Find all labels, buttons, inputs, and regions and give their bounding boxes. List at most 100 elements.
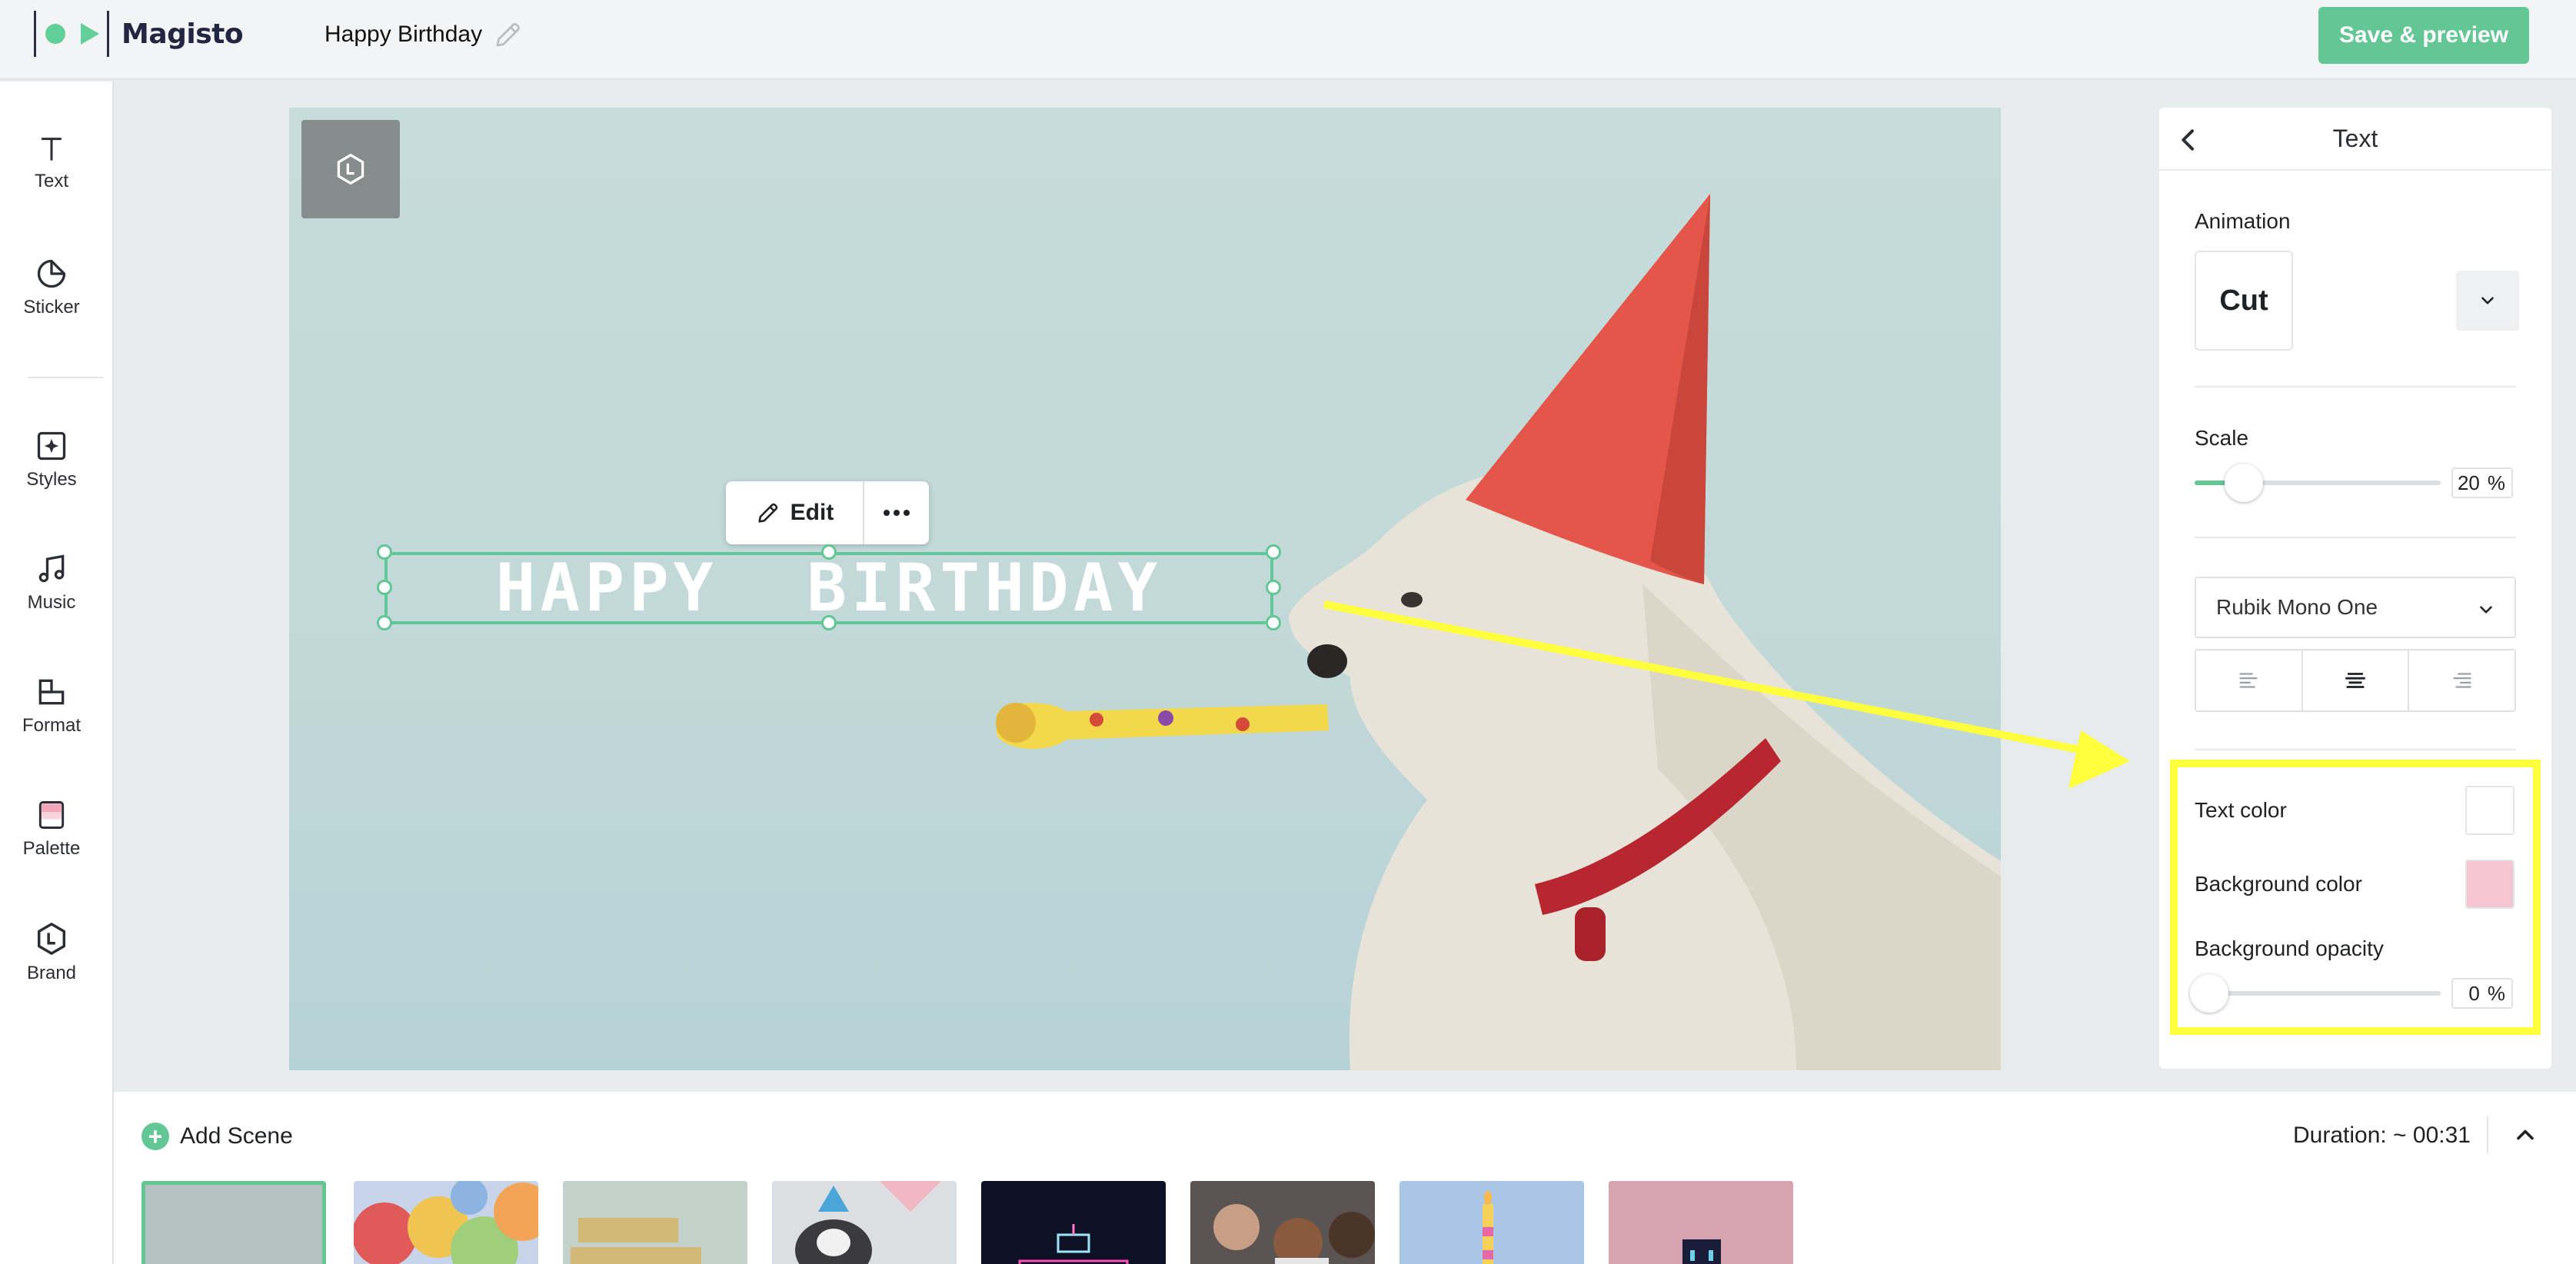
scale-value: 20: [2457, 471, 2480, 494]
top-bar: Magisto Happy Birthday Save & preview: [0, 0, 2576, 80]
brand-logo-icon: [337, 154, 364, 185]
align-right-button[interactable]: [2409, 650, 2514, 710]
brand-icon: [37, 923, 66, 955]
text-icon: [41, 138, 62, 161]
align-left-button[interactable]: [2196, 650, 2303, 710]
sidebar-item-label: Palette: [22, 838, 81, 859]
sidebar-item-music[interactable]: Music: [0, 552, 103, 614]
align-left-icon: [2239, 673, 2258, 688]
divider: [2195, 537, 2516, 538]
sidebar-item-label: Text: [34, 171, 68, 191]
annotation-highlight-box: [2170, 760, 2541, 1035]
sidebar-item-label: Music: [27, 592, 76, 613]
pencil-icon: [758, 503, 777, 523]
more-options-button[interactable]: [864, 481, 929, 544]
neon-cake-thumbnail-image: [981, 1181, 1166, 1264]
chevron-up-icon[interactable]: [2511, 1121, 2539, 1149]
panel-title: Text: [2332, 125, 2378, 152]
project-title[interactable]: Happy Birthday: [324, 22, 482, 48]
scene-thumbnail-image: [145, 1185, 322, 1264]
pencil-icon[interactable]: [492, 18, 524, 51]
tool-sidebar: Text Sticker Styles Music Format Palette…: [0, 81, 114, 1264]
align-center-button[interactable]: [2303, 650, 2410, 710]
font-family-select[interactable]: Rubik Mono One: [2195, 577, 2516, 638]
balloons-thumbnail-image: [354, 1181, 538, 1264]
scene-thumbnail[interactable]: [1609, 1181, 1793, 1264]
scale-slider-handle[interactable]: [2225, 464, 2263, 502]
sidebar-item-palette[interactable]: Palette: [0, 798, 103, 860]
add-scene-button[interactable]: + Add Scene: [141, 1123, 293, 1150]
logo-bar-icon: [34, 11, 36, 57]
align-right-icon: [2453, 673, 2471, 688]
resize-handle-bottom[interactable]: [821, 615, 837, 630]
scale-slider[interactable]: [2195, 464, 2441, 502]
logo-play-icon: [81, 23, 99, 45]
resize-handle-top-right[interactable]: [1266, 544, 1281, 560]
sidebar-item-format[interactable]: Format: [0, 675, 103, 737]
sidebar-item-brand[interactable]: Brand: [0, 921, 103, 984]
text-overlay-box[interactable]: HAPPY BIRTHDAY: [384, 550, 1273, 627]
edit-label: Edit: [790, 500, 834, 525]
divider: [2195, 749, 2516, 750]
divider: [2487, 1116, 2488, 1153]
scene-timeline: + Add Scene Duration: ~ 00:31: [114, 1092, 2576, 1264]
sidebar-item-text[interactable]: Text: [0, 134, 103, 192]
logo-dot-icon: [45, 24, 65, 44]
palette-icon: [38, 801, 65, 829]
video-canvas[interactable]: Edit HAPPY BIRTHDAY: [289, 108, 2001, 1070]
text-edit-toolbar: Edit: [726, 481, 929, 544]
edit-text-button[interactable]: Edit: [726, 481, 864, 544]
animation-preview[interactable]: Cut: [2195, 251, 2293, 351]
plus-icon: +: [141, 1123, 169, 1150]
resize-handle-bottom-left[interactable]: [377, 615, 392, 630]
sidebar-item-label: Format: [22, 715, 81, 736]
resize-handle-left[interactable]: [377, 580, 392, 595]
magisto-logo: Magisto: [34, 11, 244, 57]
divider: [2195, 386, 2516, 388]
more-dots-icon: [884, 510, 910, 516]
scene-thumbnail[interactable]: [772, 1181, 957, 1264]
candle-thumbnail-image: [1399, 1181, 1584, 1264]
sidebar-item-label: Styles: [26, 469, 77, 490]
resize-handle-right[interactable]: [1266, 580, 1281, 595]
duration-readout: Duration: ~ 00:31: [2293, 1123, 2471, 1148]
font-select-value: Rubik Mono One: [2216, 595, 2378, 619]
sidebar-item-styles[interactable]: Styles: [0, 429, 103, 491]
add-scene-label: Add Scene: [180, 1123, 293, 1149]
align-center-icon: [2345, 673, 2365, 688]
people-thumbnail-image: [1190, 1181, 1375, 1264]
sidebar-item-label: Sticker: [23, 297, 80, 318]
panel-header: Text: [2159, 108, 2551, 171]
sidebar-divider: [28, 377, 103, 378]
brand-name: Magisto: [121, 18, 244, 50]
scale-value-field[interactable]: 20 %: [2451, 467, 2513, 498]
scene-thumbnail[interactable]: [1190, 1181, 1375, 1264]
chevron-down-icon: [2481, 297, 2494, 304]
resize-handle-bottom-right[interactable]: [1266, 615, 1281, 630]
chevron-down-icon: [2480, 606, 2492, 614]
pink-logo-thumbnail-image: [1609, 1181, 1793, 1264]
scene-thumbnail[interactable]: [141, 1181, 326, 1264]
save-preview-button[interactable]: Save & preview: [2318, 7, 2529, 64]
resize-handle-top-left[interactable]: [377, 544, 392, 560]
party-dog-thumbnail-image: [772, 1181, 957, 1264]
sticker-icon: [37, 259, 66, 288]
logo-bar-icon: [107, 11, 109, 57]
watermark-logo[interactable]: [301, 120, 400, 218]
sidebar-item-sticker[interactable]: Sticker: [0, 257, 103, 318]
animation-label: Animation: [2195, 209, 2291, 233]
format-icon: [38, 679, 65, 705]
music-note-icon: [38, 554, 65, 583]
gold-letters-thumbnail-image: [563, 1181, 747, 1264]
scene-thumbnail[interactable]: [563, 1181, 747, 1264]
styles-icon: [37, 431, 66, 461]
scale-unit: %: [2487, 471, 2505, 494]
scene-thumbnail[interactable]: [1399, 1181, 1584, 1264]
text-alignment-group: [2195, 649, 2516, 712]
animation-dropdown-button[interactable]: [2456, 271, 2519, 331]
sidebar-item-label: Brand: [26, 963, 77, 983]
scene-thumbnail[interactable]: [981, 1181, 1166, 1264]
scale-label: Scale: [2195, 426, 2249, 450]
resize-handle-top[interactable]: [821, 544, 837, 560]
scene-thumbnail[interactable]: [354, 1181, 538, 1264]
